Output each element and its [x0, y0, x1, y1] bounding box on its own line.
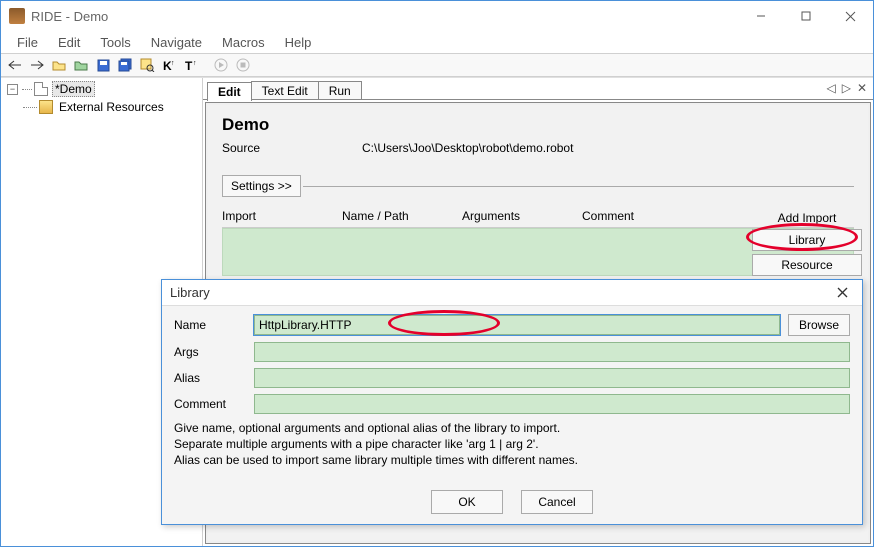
stop-button[interactable]	[233, 55, 253, 75]
search-button[interactable]	[137, 55, 157, 75]
titlebar: RIDE - Demo	[1, 1, 873, 31]
tab-close-icon[interactable]: ✕	[857, 81, 867, 95]
library-dialog: Library Name Browse Args Alias Comment	[161, 279, 863, 525]
col-import: Import	[222, 209, 342, 223]
window-title: RIDE - Demo	[31, 9, 738, 24]
maximize-icon	[801, 11, 811, 21]
dialog-titlebar: Library	[162, 280, 862, 306]
ok-button[interactable]: OK	[431, 490, 503, 514]
app-icon	[9, 8, 25, 24]
help-line-2: Separate multiple arguments with a pipe …	[174, 436, 850, 452]
collapse-icon[interactable]: −	[7, 84, 18, 95]
toolbar: K↑ T↑	[1, 53, 873, 77]
tree-item-demo[interactable]: − *Demo	[3, 80, 200, 98]
back-button[interactable]	[5, 55, 25, 75]
name-label: Name	[174, 318, 254, 332]
minimize-button[interactable]	[738, 1, 783, 31]
tab-nav-left-icon[interactable]: ◁	[826, 81, 835, 95]
menu-edit[interactable]: Edit	[50, 33, 88, 52]
col-name: Name / Path	[342, 209, 462, 223]
suite-title: Demo	[222, 115, 854, 135]
divider	[303, 186, 854, 187]
save-button[interactable]	[93, 55, 113, 75]
args-label: Args	[174, 345, 254, 359]
browse-button[interactable]: Browse	[788, 314, 850, 336]
tabbar: Edit Text Edit Run ◁ ▷ ✕	[203, 78, 873, 100]
svg-text:↑: ↑	[171, 60, 175, 67]
dialog-help-text: Give name, optional arguments and option…	[174, 420, 850, 469]
add-import-label: Add Import	[752, 211, 862, 225]
comment-input[interactable]	[254, 394, 850, 414]
alias-input[interactable]	[254, 368, 850, 388]
folder-icon	[39, 100, 53, 114]
args-input[interactable]	[254, 342, 850, 362]
add-import-panel: Add Import Library Resource	[752, 211, 862, 279]
open-dir-button[interactable]	[71, 55, 91, 75]
name-input[interactable]	[254, 315, 780, 335]
source-path: C:\Users\Joo\Desktop\robot\demo.robot	[362, 141, 573, 155]
close-button[interactable]	[828, 1, 873, 31]
tab-nav-right-icon[interactable]: ▷	[842, 81, 851, 95]
help-line-1: Give name, optional arguments and option…	[174, 420, 850, 436]
alias-label: Alias	[174, 371, 254, 385]
svg-text:T: T	[185, 59, 193, 72]
window-controls	[738, 1, 873, 31]
forward-button[interactable]	[27, 55, 47, 75]
tree-item-label: *Demo	[52, 81, 95, 97]
tree-item-label: External Resources	[57, 100, 166, 114]
menu-macros[interactable]: Macros	[214, 33, 273, 52]
file-icon	[34, 82, 48, 96]
tab-edit[interactable]: Edit	[207, 82, 252, 101]
menu-help[interactable]: Help	[277, 33, 320, 52]
comment-label: Comment	[174, 397, 254, 411]
col-arguments: Arguments	[462, 209, 582, 223]
keyword-button[interactable]: K↑	[159, 55, 179, 75]
source-label: Source	[222, 141, 362, 155]
tab-text-edit[interactable]: Text Edit	[251, 81, 319, 100]
tab-run[interactable]: Run	[318, 81, 362, 100]
tree-item-external[interactable]: External Resources	[3, 98, 200, 116]
close-icon	[837, 287, 848, 298]
dialog-close-button[interactable]	[830, 281, 854, 305]
add-library-button[interactable]: Library	[752, 229, 862, 251]
testcase-button[interactable]: T↑	[181, 55, 201, 75]
help-line-3: Alias can be used to import same library…	[174, 452, 850, 468]
open-folder-button[interactable]	[49, 55, 69, 75]
run-button[interactable]	[211, 55, 231, 75]
minimize-icon	[756, 11, 766, 21]
settings-toggle-button[interactable]: Settings >>	[222, 175, 301, 197]
close-icon	[845, 11, 856, 22]
svg-text:↑: ↑	[193, 60, 197, 67]
dialog-title: Library	[170, 285, 210, 300]
maximize-button[interactable]	[783, 1, 828, 31]
menu-tools[interactable]: Tools	[92, 33, 138, 52]
menubar: File Edit Tools Navigate Macros Help	[1, 31, 873, 53]
add-resource-button[interactable]: Resource	[752, 254, 862, 276]
save-all-button[interactable]	[115, 55, 135, 75]
menu-navigate[interactable]: Navigate	[143, 33, 210, 52]
menu-file[interactable]: File	[9, 33, 46, 52]
app-window: RIDE - Demo File Edit Tools Navigate Mac…	[0, 0, 874, 547]
cancel-button[interactable]: Cancel	[521, 490, 593, 514]
